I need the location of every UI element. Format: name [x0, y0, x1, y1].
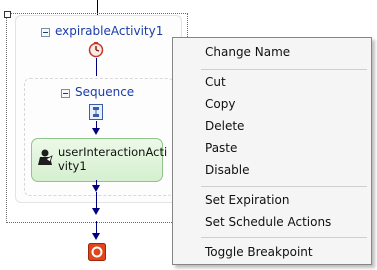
menu-item-copy[interactable]: Copy: [173, 93, 371, 115]
activity-label-line-2: vity1: [58, 159, 87, 173]
clock-icon: [88, 42, 104, 58]
arrow-into-activity-icon: [92, 128, 100, 135]
menu-separator: [201, 69, 367, 70]
end-connector-line: [96, 192, 97, 208]
menu-separator: [201, 237, 367, 238]
sequence-title[interactable]: Sequence: [75, 85, 134, 99]
menu-item-disable[interactable]: Disable: [173, 159, 371, 181]
menu-separator: [201, 186, 367, 187]
context-menu: Change Name Cut Copy Delete Paste Disabl…: [172, 37, 372, 265]
arrow-out-activity-icon: [92, 185, 100, 192]
menu-item-set-expiration[interactable]: Set Expiration: [173, 189, 371, 211]
arrow-to-end-icon: [92, 233, 100, 240]
menu-item-change-name[interactable]: Change Name: [173, 41, 371, 63]
collapse-expirable-icon[interactable]: [41, 28, 50, 37]
expirable-activity-title[interactable]: expirableActivity1: [55, 24, 163, 38]
menu-item-paste[interactable]: Paste: [173, 137, 371, 159]
user-interaction-icon: [36, 148, 54, 166]
activity-label-line-1: userInteractionActi: [58, 145, 168, 159]
arrow-down-icon: [92, 208, 100, 215]
selection-handle-icon[interactable]: [4, 11, 11, 18]
sequence-icon: [89, 104, 103, 120]
timer-connector-line: [96, 58, 97, 76]
menu-item-set-schedule-actions[interactable]: Set Schedule Actions: [173, 211, 371, 233]
menu-item-toggle-breakpoint[interactable]: Toggle Breakpoint: [173, 241, 371, 263]
menu-item-cut[interactable]: Cut: [173, 71, 371, 93]
menu-item-delete[interactable]: Delete: [173, 115, 371, 137]
collapse-sequence-icon[interactable]: [61, 89, 70, 98]
stop-icon: [88, 243, 106, 261]
